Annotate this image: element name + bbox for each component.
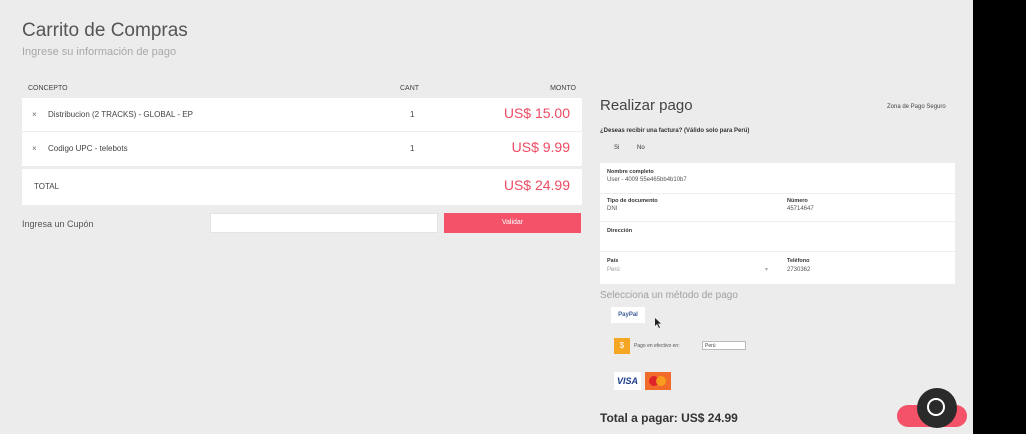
cash-country-select[interactable]: Perú: [702, 341, 746, 350]
item-qty: 1: [410, 110, 415, 119]
doc-type-select[interactable]: DNI: [607, 206, 617, 212]
payment-title: Realizar pago: [600, 97, 693, 114]
secure-zone-label: Zona de Pago Seguro: [887, 104, 946, 110]
invoice-options: Si No: [614, 145, 661, 151]
field-divider: [600, 251, 955, 252]
qty-column-header: CANT: [400, 85, 420, 92]
cart-table: × Distribucion (2 TRACKS) - GLOBAL - EP …: [22, 98, 582, 205]
phone-field[interactable]: 2730362: [787, 267, 810, 273]
item-concept: Codigo UPC - telebots: [48, 144, 128, 153]
country-select[interactable]: Perú: [607, 267, 620, 273]
field-divider: [600, 193, 955, 194]
cash-payment-label: Pago en efectivo en:: [634, 343, 680, 349]
validate-coupon-button[interactable]: Validar: [444, 213, 581, 233]
fullname-label: Nombre completo: [607, 169, 654, 175]
mouse-cursor-icon: [655, 318, 661, 328]
link-icon: [927, 398, 945, 416]
concept-column-header: CONCEPTO: [28, 85, 68, 92]
visa-card-icon[interactable]: VISA: [614, 372, 641, 390]
black-side-bar: [973, 0, 1026, 434]
invoice-question: ¿Deseas recibir una factura? (Válido sol…: [600, 128, 750, 134]
total-to-pay: Total a pagar: US$ 24.99: [600, 411, 738, 425]
payment-method-title: Selecciona un método de pago: [600, 290, 738, 301]
field-divider: [600, 221, 955, 222]
total-row: TOTAL US$ 24.99: [22, 170, 582, 203]
number-field[interactable]: 45714647: [787, 206, 814, 212]
chevron-down-icon: ▾: [765, 267, 769, 273]
page-subtitle: Ingrese su información de pago: [22, 46, 177, 58]
doc-type-label: Tipo de documento: [607, 198, 658, 204]
amount-column-header: MONTO: [550, 85, 576, 92]
mastercard-yellow-circle: [656, 376, 666, 386]
address-label: Dirección: [607, 228, 633, 234]
remove-item-icon[interactable]: ×: [32, 144, 37, 153]
item-amount: US$ 9.99: [511, 139, 570, 155]
item-amount: US$ 15.00: [503, 105, 570, 121]
number-label: Número: [787, 198, 808, 204]
billing-form: Nombre completo User - 4009 55e465bb4b10…: [600, 163, 955, 284]
table-row: × Distribucion (2 TRACKS) - GLOBAL - EP …: [22, 98, 582, 131]
invoice-no-option[interactable]: No: [637, 145, 645, 151]
phone-label: Teléfono: [787, 258, 810, 264]
item-concept: Distribucion (2 TRACKS) - GLOBAL - EP: [48, 110, 193, 119]
cart-header: CONCEPTO CANT MONTO: [22, 85, 582, 97]
total-amount: US$ 24.99: [503, 177, 570, 193]
paypal-option[interactable]: PayPal: [611, 307, 645, 323]
country-label: País: [607, 258, 619, 264]
row-divider: [22, 166, 582, 169]
coupon-input[interactable]: [210, 213, 438, 233]
cash-payment-icon[interactable]: $: [614, 338, 630, 354]
item-qty: 1: [410, 144, 415, 153]
table-row: × Codigo UPC - telebots 1 US$ 9.99: [22, 132, 582, 165]
invoice-yes-option[interactable]: Si: [614, 145, 619, 151]
coupon-label: Ingresa un Cupón: [22, 219, 94, 229]
fullname-field[interactable]: User - 4009 55e465bb4b10b7: [607, 177, 687, 183]
page-title: Carrito de Compras: [22, 20, 188, 41]
total-label: TOTAL: [34, 182, 60, 191]
remove-item-icon[interactable]: ×: [32, 110, 37, 119]
